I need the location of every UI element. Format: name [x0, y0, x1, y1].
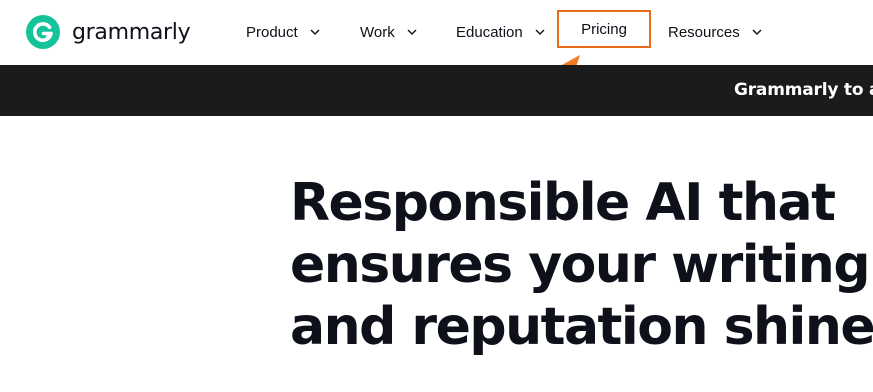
chevron-down-icon — [535, 27, 545, 37]
nav-item-pricing[interactable]: Pricing — [557, 10, 651, 48]
grammarly-logo[interactable]: grammarly — [26, 15, 191, 49]
hero-line: and reputation shine — [290, 297, 873, 357]
nav-item-label: Resources — [668, 23, 740, 41]
chevron-down-icon — [407, 27, 417, 37]
brand-name: grammarly — [72, 19, 191, 45]
nav-item-resources[interactable]: Resources — [668, 22, 762, 42]
announcement-banner[interactable]: Grammarly to a — [0, 65, 873, 116]
nav-item-label: Education — [456, 23, 523, 41]
banner-text: Grammarly to a — [734, 80, 873, 100]
nav-item-education[interactable]: Education — [456, 22, 545, 42]
hero-line: Responsible AI that — [290, 173, 836, 233]
nav-item-product[interactable]: Product — [246, 22, 320, 42]
chevron-down-icon — [752, 27, 762, 37]
nav-item-work[interactable]: Work — [360, 22, 417, 42]
top-navigation: grammarly Product Work Education Pricing… — [0, 0, 873, 65]
nav-item-label: Pricing — [581, 20, 627, 38]
grammarly-g-icon — [26, 15, 60, 49]
hero-headline: Responsible AI that ensures your writing… — [290, 172, 873, 358]
nav-item-label: Product — [246, 23, 298, 41]
nav-item-label: Work — [360, 23, 395, 41]
hero-line: ensures your writing — [290, 235, 871, 295]
chevron-down-icon — [310, 27, 320, 37]
